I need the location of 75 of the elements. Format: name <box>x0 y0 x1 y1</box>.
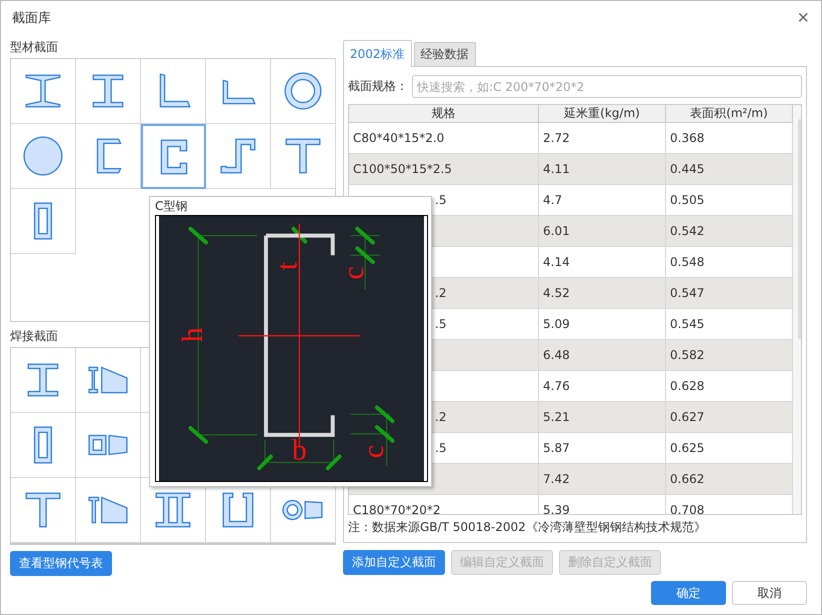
search-field[interactable]: 快速搜索，如:C 200*70*20*2 <box>412 75 802 98</box>
table-cell: 0.708 <box>670 503 704 514</box>
code-table-button[interactable]: 查看型钢代号表 <box>10 551 112 576</box>
table-cell: 0.542 <box>670 224 704 238</box>
table-cell: 0.627 <box>670 410 704 424</box>
table-cell: 4.11 <box>543 162 570 176</box>
tab[interactable]: 2002标准 <box>343 40 412 67</box>
table-cell: .5 <box>435 193 446 207</box>
section-tile[interactable] <box>76 348 141 413</box>
table-cell: 0.368 <box>670 131 704 145</box>
section-tile[interactable] <box>76 124 141 189</box>
table-cell: 4.14 <box>543 255 570 269</box>
section-tile[interactable] <box>11 124 76 189</box>
table-cell: 0.505 <box>670 193 704 207</box>
scrollbar-thumb[interactable] <box>798 119 801 339</box>
table-cell: 6.01 <box>543 224 570 238</box>
section-label: 焊接截面 <box>10 328 58 345</box>
ring-icon <box>282 70 324 112</box>
section-tile[interactable] <box>206 59 271 124</box>
close-button[interactable]: × <box>793 6 813 30</box>
circle-icon <box>22 135 64 177</box>
section-tile[interactable] <box>11 189 76 254</box>
section-tile[interactable] <box>141 124 206 189</box>
table-cell: 0.625 <box>670 441 704 455</box>
table-cell: 0.445 <box>670 162 704 176</box>
table-cell: C100*50*15*2.5 <box>353 162 452 176</box>
section-tile[interactable] <box>11 348 76 413</box>
table-cell: C180*70*20*2 <box>353 503 440 514</box>
section-tile[interactable] <box>141 59 206 124</box>
table-cell: 5.87 <box>543 441 570 455</box>
section-tile[interactable] <box>76 413 141 478</box>
dimension-label: c <box>358 445 390 458</box>
ok-button[interactable]: 确定 <box>651 581 726 605</box>
search-label: 截面规格： <box>348 78 408 95</box>
dimension-label: c <box>338 266 370 280</box>
section-tile[interactable] <box>76 59 141 124</box>
table-cell: 0.628 <box>670 379 704 393</box>
table-cell: .2 <box>435 410 446 424</box>
section-label: 型材截面 <box>10 39 58 56</box>
section-tile[interactable] <box>271 59 336 124</box>
preview-title: C型钢 <box>155 198 188 215</box>
window-title: 截面库 <box>12 10 51 27</box>
table-cell: 0.582 <box>670 348 704 362</box>
table-cell: 0.545 <box>670 317 704 331</box>
table-cell: 7.42 <box>543 472 570 486</box>
table-cell: 6.48 <box>543 348 570 362</box>
dimension-label: h <box>177 327 210 342</box>
action-button[interactable]: 添加自定义截面 <box>343 550 445 575</box>
column-header: 规格 <box>349 105 539 122</box>
section-tile[interactable] <box>271 124 336 189</box>
section-tile[interactable] <box>11 59 76 124</box>
section-tile[interactable] <box>11 413 76 478</box>
table-cell: .2 <box>435 286 446 300</box>
dimension-label: b <box>292 434 307 466</box>
table-cell: 5.09 <box>543 317 570 331</box>
table-cell: C80*40*15*2.0 <box>353 131 444 145</box>
source-note: 注：数据来源GB/T 50018-2002《冷湾薄壁型钢钢结构技术规范》 <box>348 519 707 536</box>
table-cell: .5 <box>435 317 446 331</box>
table-cell: 2.72 <box>543 131 570 145</box>
dimension-label: t <box>271 262 304 270</box>
table-cell: 4.7 <box>543 193 562 207</box>
table-cell: 5.39 <box>543 503 570 514</box>
section-tile[interactable] <box>76 478 141 543</box>
tab[interactable]: 经验数据 <box>414 42 476 66</box>
table-cell: 4.52 <box>543 286 570 300</box>
table-cell: 4.76 <box>543 379 570 393</box>
table-cell: .5 <box>435 441 446 455</box>
table-cell: 5.21 <box>543 410 570 424</box>
table-cell: 0.547 <box>670 286 704 300</box>
section-tile[interactable] <box>206 124 271 189</box>
table-cell: 0.548 <box>670 255 704 269</box>
section-tile[interactable] <box>11 478 76 543</box>
table-cell: 0.662 <box>670 472 704 486</box>
cancel-button[interactable]: 取消 <box>732 581 807 605</box>
column-header: 延米重(kg/m) <box>539 105 666 122</box>
